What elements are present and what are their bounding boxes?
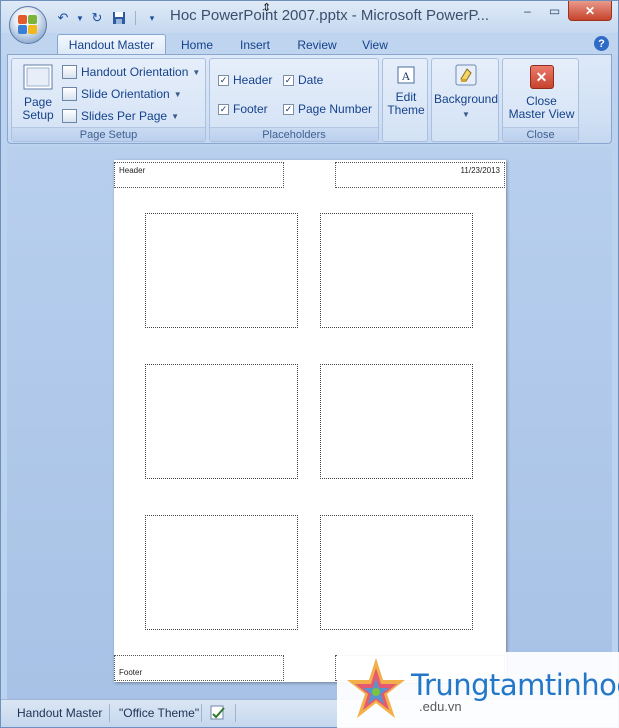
close-master-view-button[interactable]: ✕ Close Master View — [505, 65, 578, 121]
slide-placeholder[interactable] — [320, 515, 473, 630]
chevron-down-icon: ▼ — [171, 111, 179, 121]
help-icon[interactable]: ? — [594, 36, 609, 51]
quick-access-toolbar: ↶ ▼ ↻ ▾ — [53, 8, 162, 28]
status-separator — [109, 704, 110, 722]
slide-orientation-button[interactable]: Slide Orientation ▼ — [62, 87, 182, 101]
tab-home[interactable]: Home — [171, 34, 223, 55]
placeholders-group: ✓ Header ✓ Date ✓ Footer ✓ Page Number P… — [209, 58, 379, 142]
spelling-check-icon[interactable] — [209, 703, 227, 723]
slide-placeholder[interactable] — [145, 515, 298, 630]
tab-insert[interactable]: Insert — [229, 34, 281, 55]
date-checkbox-label: Date — [298, 73, 324, 87]
edit-theme-group: A Edit Theme — [382, 58, 428, 142]
window-title: Hoc PowerPoint 2007.pptx - Microsoft Pow… — [170, 7, 490, 24]
footer-check-icon[interactable]: ✓ — [218, 103, 229, 115]
watermark-brand-text: Trungtamtinhoc — [411, 668, 619, 702]
slides-per-page-icon — [62, 109, 77, 123]
status-separator — [235, 704, 236, 722]
star-logo-icon — [347, 658, 405, 718]
slide-orientation-label: Slide Orientation — [81, 87, 170, 101]
watermark-domain-text: .edu.vn — [419, 699, 462, 714]
minimize-button[interactable]: – — [514, 1, 541, 21]
slide-orientation-icon — [62, 87, 77, 101]
header-placeholder-text: Header — [119, 166, 146, 175]
status-theme[interactable]: "Office Theme" — [119, 703, 199, 723]
header-check-icon[interactable]: ✓ — [218, 74, 229, 86]
slide-placeholder[interactable] — [145, 364, 298, 479]
redo-icon[interactable]: ↻ — [87, 9, 107, 27]
header-checkbox-label: Header — [233, 73, 273, 87]
tab-view[interactable]: View — [353, 34, 397, 55]
close-icon: ✕ — [529, 65, 554, 89]
page-number-check-icon[interactable]: ✓ — [283, 103, 294, 115]
chevron-down-icon: ▼ — [462, 110, 470, 119]
edit-theme-button[interactable]: A Edit Theme — [385, 65, 427, 117]
theme-icon: A — [397, 66, 415, 84]
page-setup-button[interactable]: Page Setup — [17, 63, 59, 122]
svg-text:A: A — [402, 69, 411, 83]
slides-per-page-label: Slides Per Page — [81, 109, 168, 123]
undo-dropdown-icon[interactable]: ▼ — [75, 9, 85, 27]
footer-placeholder-text: Footer — [119, 668, 143, 677]
close-label-2: Master View — [508, 107, 575, 121]
status-mode: Handout Master — [17, 706, 103, 720]
title-bar: ↶ ▼ ↻ ▾ Hoc PowerPoint 2007.pptx - Micro… — [1, 1, 618, 33]
date-placeholder[interactable]: 11/23/2013 — [335, 162, 505, 188]
date-check-icon[interactable]: ✓ — [283, 74, 294, 86]
slide-placeholder[interactable] — [320, 213, 473, 328]
status-separator — [201, 704, 202, 722]
tab-review[interactable]: Review — [290, 34, 344, 55]
slide-placeholder[interactable] — [145, 213, 298, 328]
ribbon: Page Setup Handout Orientation ▼ Slide O… — [7, 54, 612, 144]
page-setup-group-label: Page Setup — [12, 127, 205, 141]
chevron-down-icon: ▼ — [192, 67, 201, 77]
customize-qat-icon[interactable]: ▾ — [142, 9, 162, 27]
page-number-checkbox-label: Page Number — [298, 102, 373, 116]
slides-per-page-button[interactable]: Slides Per Page ▼ — [62, 109, 179, 123]
close-window-button[interactable]: ✕ — [568, 1, 612, 21]
background-label: Background — [433, 92, 499, 106]
footer-checkbox-label: Footer — [233, 102, 268, 116]
background-icon — [455, 64, 477, 86]
date-placeholder-text: 11/23/2013 — [460, 166, 500, 175]
office-logo-icon — [18, 15, 38, 35]
slide-placeholder[interactable] — [320, 364, 473, 479]
background-button[interactable]: Background ▼ — [433, 63, 499, 121]
qat-separator — [135, 11, 136, 25]
handout-orientation-label: Handout Orientation — [81, 65, 189, 79]
maximize-button[interactable]: ▭ — [541, 1, 568, 21]
footer-checkbox[interactable]: ✓ Footer — [218, 102, 268, 116]
close-group-label: Close — [503, 127, 578, 141]
page-setup-label: Page Setup — [22, 95, 54, 122]
page-setup-group: Page Setup Handout Orientation ▼ Slide O… — [11, 58, 206, 142]
page-number-checkbox[interactable]: ✓ Page Number — [283, 102, 372, 116]
tab-handout-master[interactable]: Handout Master — [57, 34, 166, 55]
header-placeholder[interactable]: Header — [114, 162, 284, 188]
handout-orientation-icon — [62, 65, 77, 79]
background-group: Background ▼ — [431, 58, 499, 142]
office-button[interactable] — [9, 6, 47, 44]
save-icon[interactable] — [109, 9, 129, 27]
mouse-cursor-icon: ⇕ — [262, 2, 272, 14]
header-checkbox[interactable]: ✓ Header — [218, 73, 272, 87]
window-controls: – ▭ ✕ — [514, 1, 612, 21]
powerpoint-window: ↶ ▼ ↻ ▾ Hoc PowerPoint 2007.pptx - Micro… — [0, 0, 619, 728]
edit-theme-label-2: Theme — [387, 103, 425, 117]
undo-icon[interactable]: ↶ — [53, 9, 73, 27]
chevron-down-icon: ▼ — [173, 89, 182, 99]
handout-page: Header 11/23/2013 Footer — [114, 160, 506, 682]
placeholders-group-label: Placeholders — [210, 127, 378, 141]
slide-workspace: Header 11/23/2013 Footer — [7, 147, 612, 699]
page-setup-icon — [23, 64, 53, 90]
footer-placeholder[interactable]: Footer — [114, 655, 284, 681]
close-group: ✕ Close Master View Close — [502, 58, 579, 142]
watermark-logo: Trungtamtinhoc .edu.vn — [337, 652, 619, 728]
ribbon-tabs: Handout Master Home Insert Review View ? — [1, 33, 618, 55]
date-checkbox[interactable]: ✓ Date — [283, 73, 323, 87]
handout-orientation-button[interactable]: Handout Orientation ▼ — [62, 65, 200, 79]
